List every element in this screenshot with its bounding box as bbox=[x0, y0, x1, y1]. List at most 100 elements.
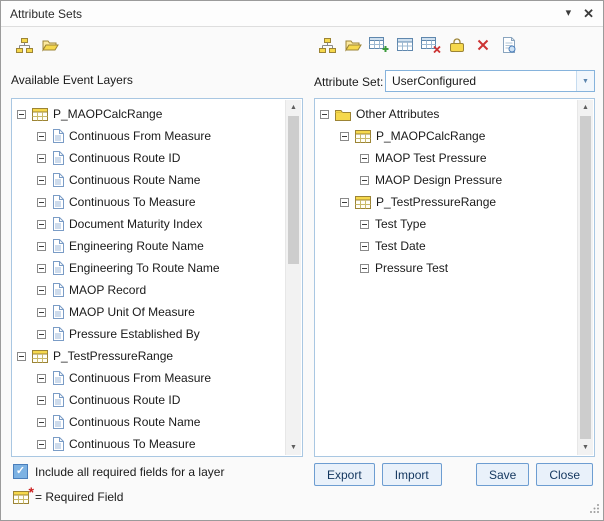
collapse-box-icon[interactable] bbox=[37, 418, 46, 427]
collapse-box-icon[interactable] bbox=[37, 308, 46, 317]
attribute-set-dropdown[interactable]: UserConfigured ▼ bbox=[385, 70, 595, 92]
tree-item-label: MAOP Design Pressure bbox=[375, 173, 502, 187]
available-layers-panel: P_MAOPCalcRangeContinuous From MeasureCo… bbox=[11, 98, 303, 457]
collapse-box-icon[interactable] bbox=[340, 132, 349, 141]
collapse-box-icon[interactable] bbox=[360, 242, 369, 251]
pin-menu-icon[interactable]: ▾ bbox=[566, 8, 572, 19]
collapse-box-icon[interactable] bbox=[37, 374, 46, 383]
scroll-down-icon[interactable]: ▼ bbox=[286, 440, 301, 455]
tree-item-maop-unit-of-measure[interactable]: MAOP Unit Of Measure bbox=[13, 301, 285, 323]
tree-item-label: Pressure Established By bbox=[69, 327, 200, 341]
include-required-fields-row: ✓ Include all required fields for a laye… bbox=[13, 464, 224, 479]
new-attribute-set-icon[interactable] bbox=[314, 33, 340, 57]
scroll-down-icon[interactable]: ▼ bbox=[578, 440, 593, 455]
attribute-set-label: Attribute Set: bbox=[314, 75, 383, 89]
package-attribute-set-icon[interactable] bbox=[444, 33, 470, 57]
collapse-box-icon[interactable] bbox=[37, 242, 46, 251]
remove-table-icon[interactable] bbox=[418, 33, 444, 57]
collapse-box-icon[interactable] bbox=[37, 264, 46, 273]
collapse-box-icon[interactable] bbox=[360, 264, 369, 273]
collapse-box-icon[interactable] bbox=[17, 110, 26, 119]
add-event-layer-icon[interactable] bbox=[11, 33, 37, 57]
collapse-box-icon[interactable] bbox=[37, 440, 46, 449]
collapse-box-icon[interactable] bbox=[340, 198, 349, 207]
tree-item-label: P_MAOPCalcRange bbox=[53, 107, 162, 121]
tree-item-p-testpressurerange[interactable]: P_TestPressureRange bbox=[13, 345, 285, 367]
tree-item-p-maopcalcrange[interactable]: P_MAOPCalcRange bbox=[13, 103, 285, 125]
open-attribute-set-folder-icon[interactable] bbox=[340, 33, 366, 57]
left-scrollbar[interactable]: ▲ ▼ bbox=[285, 100, 301, 455]
tree-item-document-maturity-index[interactable]: Document Maturity Index bbox=[13, 213, 285, 235]
export-button[interactable]: Export bbox=[314, 463, 375, 486]
tree-item-label: P_TestPressureRange bbox=[53, 349, 173, 363]
right-scrollbar[interactable]: ▲ ▼ bbox=[577, 100, 593, 455]
collapse-box-icon[interactable] bbox=[37, 198, 46, 207]
close-button[interactable]: Close bbox=[536, 463, 593, 486]
import-button[interactable]: Import bbox=[382, 463, 442, 486]
tree-item-maop-record[interactable]: MAOP Record bbox=[13, 279, 285, 301]
collapse-box-icon[interactable] bbox=[37, 286, 46, 295]
include-required-fields-label: Include all required fields for a layer bbox=[35, 465, 224, 479]
scroll-up-icon[interactable]: ▲ bbox=[286, 100, 301, 115]
left-scrollbar-thumb[interactable] bbox=[288, 116, 299, 264]
attribute-sets-dialog: Attribute Sets ▾ ✕ bbox=[0, 0, 604, 521]
tree-item-test-date[interactable]: Test Date bbox=[316, 235, 577, 257]
close-icon[interactable]: ✕ bbox=[583, 7, 594, 20]
collapse-box-icon[interactable] bbox=[37, 132, 46, 141]
collapse-box-icon[interactable] bbox=[360, 176, 369, 185]
tree-item-continuous-from-measure[interactable]: Continuous From Measure bbox=[13, 367, 285, 389]
tree-item-label: Engineering Route Name bbox=[69, 239, 204, 253]
tree-item-continuous-to-measure[interactable]: Continuous To Measure bbox=[13, 433, 285, 455]
tree-item-pressure-established-by[interactable]: Pressure Established By bbox=[13, 323, 285, 345]
tree-item-continuous-route-name[interactable]: Continuous Route Name bbox=[13, 169, 285, 191]
tree-item-label: Continuous Route Name bbox=[69, 415, 200, 429]
field-icon bbox=[52, 151, 64, 165]
table-icon[interactable] bbox=[392, 33, 418, 57]
collapse-box-icon[interactable] bbox=[37, 176, 46, 185]
tree-item-label: MAOP Unit Of Measure bbox=[69, 305, 195, 319]
layer-icon bbox=[355, 196, 371, 209]
tree-item-label: Continuous To Measure bbox=[69, 195, 196, 209]
add-table-icon[interactable] bbox=[366, 33, 392, 57]
tree-item-continuous-route-id[interactable]: Continuous Route ID bbox=[13, 147, 285, 169]
include-required-fields-checkbox[interactable]: ✓ bbox=[13, 464, 28, 479]
field-icon bbox=[52, 371, 64, 385]
resize-grip[interactable] bbox=[589, 503, 600, 517]
tree-item-continuous-route-name[interactable]: Continuous Route Name bbox=[13, 411, 285, 433]
delete-icon[interactable] bbox=[470, 33, 496, 57]
open-event-layers-folder-icon[interactable] bbox=[37, 33, 63, 57]
collapse-box-icon[interactable] bbox=[360, 220, 369, 229]
tree-item-label: P_MAOPCalcRange bbox=[376, 129, 485, 143]
tree-item-maop-design-pressure[interactable]: MAOP Design Pressure bbox=[316, 169, 577, 191]
tree-item-maop-test-pressure[interactable]: MAOP Test Pressure bbox=[316, 147, 577, 169]
tree-item-label: Continuous From Measure bbox=[69, 371, 211, 385]
tree-item-engineering-to-route-name[interactable]: Engineering To Route Name bbox=[13, 257, 285, 279]
collapse-box-icon[interactable] bbox=[37, 330, 46, 339]
save-button[interactable]: Save bbox=[476, 463, 529, 486]
layer-icon bbox=[32, 350, 48, 363]
titlebar[interactable]: Attribute Sets ▾ ✕ bbox=[1, 1, 603, 27]
tree-item-p-testpressurerange[interactable]: P_TestPressureRange bbox=[316, 191, 577, 213]
tree-item-other-attributes[interactable]: Other Attributes bbox=[316, 103, 577, 125]
collapse-box-icon[interactable] bbox=[37, 220, 46, 229]
attribute-set-value: UserConfigured bbox=[386, 74, 576, 88]
tree-item-continuous-route-id[interactable]: Continuous Route ID bbox=[13, 389, 285, 411]
right-scrollbar-thumb[interactable] bbox=[580, 116, 591, 439]
tree-item-pressure-test[interactable]: Pressure Test bbox=[316, 257, 577, 279]
field-icon bbox=[52, 129, 64, 143]
scroll-up-icon[interactable]: ▲ bbox=[578, 100, 593, 115]
tree-item-continuous-to-measure[interactable]: Continuous To Measure bbox=[13, 191, 285, 213]
tree-item-continuous-from-measure[interactable]: Continuous From Measure bbox=[13, 125, 285, 147]
collapse-box-icon[interactable] bbox=[17, 352, 26, 361]
report-icon[interactable] bbox=[496, 33, 522, 57]
tree-item-label: MAOP Record bbox=[69, 283, 146, 297]
collapse-box-icon[interactable] bbox=[37, 154, 46, 163]
field-icon bbox=[52, 239, 64, 253]
tree-item-engineering-route-name[interactable]: Engineering Route Name bbox=[13, 235, 285, 257]
tree-item-p-maopcalcrange[interactable]: P_MAOPCalcRange bbox=[316, 125, 577, 147]
collapse-box-icon[interactable] bbox=[320, 110, 329, 119]
chevron-down-icon[interactable]: ▼ bbox=[576, 71, 594, 91]
collapse-box-icon[interactable] bbox=[360, 154, 369, 163]
collapse-box-icon[interactable] bbox=[37, 396, 46, 405]
tree-item-test-type[interactable]: Test Type bbox=[316, 213, 577, 235]
